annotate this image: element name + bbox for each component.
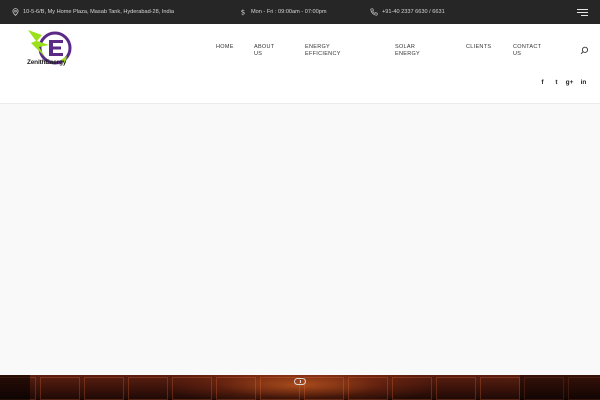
top-info-bar: 10-5-6/B, My Home Plaza, Masab Tank, Hyd…	[0, 0, 600, 24]
hamburger-menu-icon[interactable]	[577, 8, 589, 16]
address-info: 10-5-6/B, My Home Plaza, Masab Tank, Hyd…	[11, 0, 174, 24]
hero-shadow	[520, 375, 600, 400]
main-content-area	[0, 104, 600, 375]
nav-solar-energy-label: SOLAR	[395, 44, 416, 50]
hours-info: $ Mon - Fri : 09:00am - 07:00pm	[239, 0, 327, 24]
nav-energy-efficiency-label-line2: EFFICIENCY	[305, 51, 341, 57]
hero-shadow	[0, 375, 30, 400]
solar-cell	[172, 377, 212, 400]
twitter-icon[interactable]: t	[552, 78, 561, 87]
linkedin-glyph: in	[580, 79, 587, 86]
nav-home-label: HOME	[216, 44, 234, 50]
nav-contact-us-label-line2: US	[513, 51, 522, 57]
solar-cell	[84, 377, 124, 400]
facebook-glyph: f	[541, 79, 544, 86]
twitter-glyph: t	[555, 79, 558, 86]
google-plus-icon[interactable]: g+	[565, 78, 574, 87]
nav-clients-label: CLIENTS	[466, 44, 492, 50]
dollar-icon: $	[239, 8, 247, 16]
site-header: ZenithEnergy HOME ABOUT US ENERGY EFFICI…	[0, 24, 600, 104]
solar-cell	[348, 377, 388, 400]
solar-cell	[480, 377, 520, 400]
logo-wordmark: ZenithEnergy	[27, 59, 67, 66]
linkedin-icon[interactable]: in	[579, 78, 588, 87]
scroll-down-icon[interactable]	[294, 378, 306, 385]
page: 10-5-6/B, My Home Plaza, Masab Tank, Hyd…	[0, 0, 600, 400]
solar-cell	[436, 377, 476, 400]
nav-energy-efficiency-label: ENERGY	[305, 44, 331, 50]
logo[interactable]: ZenithEnergy	[25, 28, 77, 76]
phone-info: +91-40 2337 6630 / 6631	[370, 0, 445, 24]
nav-solar-energy-label-line2: ENERGY	[395, 51, 421, 57]
nav-contact-us[interactable]: CONTACT US	[513, 44, 547, 58]
phone-icon	[370, 8, 378, 16]
nav-solar-energy[interactable]: SOLAR ENERGY	[395, 44, 425, 58]
nav-contact-us-label: CONTACT	[513, 44, 542, 50]
nav-energy-efficiency[interactable]: ENERGY EFFICIENCY	[305, 44, 345, 58]
facebook-icon[interactable]: f	[538, 78, 547, 87]
solar-cell	[40, 377, 80, 400]
solar-cell	[392, 377, 432, 400]
nav-about-us-label: ABOUT	[254, 44, 275, 50]
svg-text:$: $	[241, 9, 245, 16]
google-plus-glyph: g+	[565, 79, 574, 86]
search-icon[interactable]	[580, 42, 589, 55]
map-pin-icon	[11, 8, 19, 16]
nav-clients[interactable]: CLIENTS	[466, 44, 491, 51]
hours-text: Mon - Fri : 09:00am - 07:00pm	[251, 9, 327, 15]
address-text: 10-5-6/B, My Home Plaza, Masab Tank, Hyd…	[23, 9, 175, 15]
nav-home[interactable]: HOME	[216, 44, 234, 51]
solar-cell	[304, 377, 344, 400]
solar-cell	[216, 377, 256, 400]
nav-about-us[interactable]: ABOUT US	[254, 44, 284, 58]
solar-cell	[128, 377, 168, 400]
phone-text: +91-40 2337 6630 / 6631	[382, 9, 445, 15]
nav-about-us-label-line2: US	[254, 51, 263, 57]
